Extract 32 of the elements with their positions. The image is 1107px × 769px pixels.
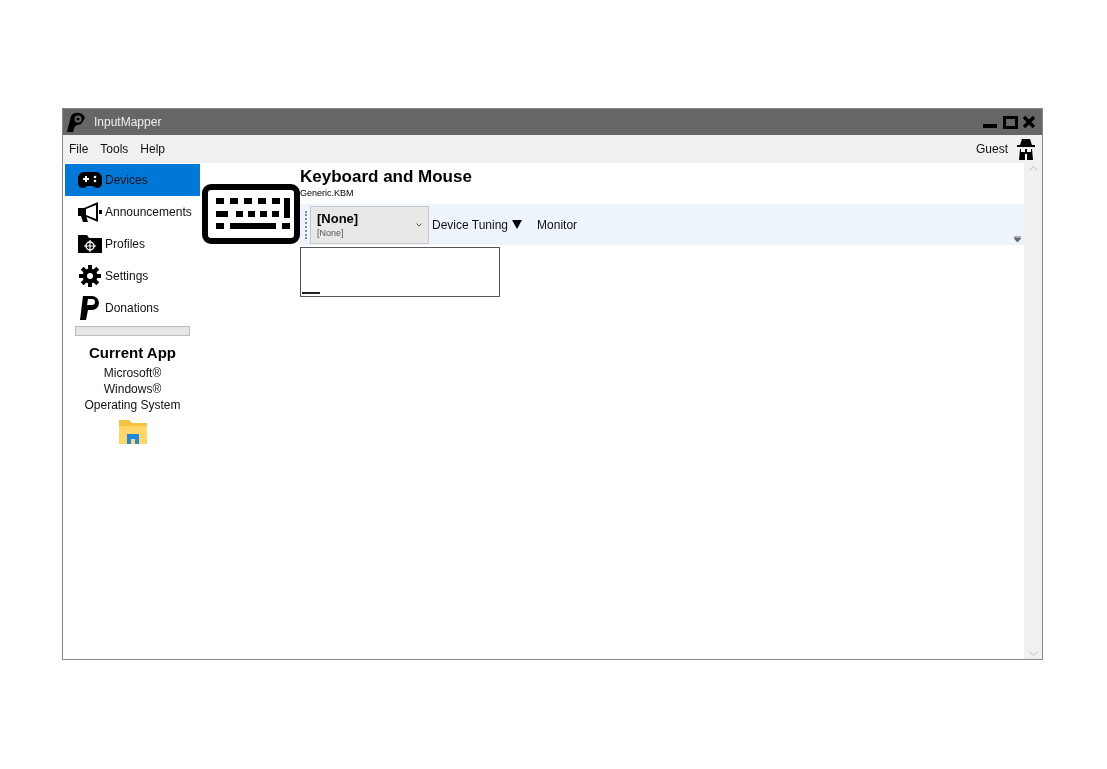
sidebar-item[interactable]: Profiles: [65, 228, 200, 260]
maximize-button[interactable]: [1002, 114, 1018, 130]
overflow-icon[interactable]: [1014, 236, 1021, 242]
current-app-heading: Current App: [89, 343, 176, 363]
chevron-icon: [416, 222, 422, 227]
menu-item[interactable]: Help: [140, 140, 166, 158]
device-title: Keyboard and Mouse: [300, 167, 473, 187]
current-app-name: Operating System: [84, 396, 181, 413]
close-icon[interactable]: [1022, 115, 1036, 129]
menu-item[interactable]: File: [69, 140, 89, 158]
current-app-name: Windows®: [103, 380, 162, 397]
gamepad-icon: [78, 171, 102, 189]
menu-item[interactable]: Tools: [100, 140, 129, 158]
sidebar-item[interactable]: Devices: [65, 164, 200, 196]
current-app-name: Microsoft®: [103, 364, 162, 381]
keyboard-icon: [202, 184, 300, 244]
sidebar-item[interactable]: Donations: [65, 292, 200, 324]
folder-icon: [117, 418, 148, 445]
window-title: InputMapper: [94, 114, 162, 131]
settings-icon: [79, 265, 101, 287]
sidebar-item[interactable]: Settings: [65, 260, 200, 292]
folder-target-icon: [77, 234, 103, 254]
toolbar-button[interactable]: Device Tuning: [432, 215, 523, 234]
device-subtitle: Generic.KBM: [300, 187, 355, 199]
dropdown-arrow-icon: [512, 220, 523, 229]
sidebar-item[interactable]: Announcements: [65, 196, 200, 228]
user-name: Guest: [976, 141, 1008, 158]
megaphone-icon: [77, 201, 103, 223]
toolbar-button[interactable]: Monitor: [537, 215, 578, 234]
profile-dropdown[interactable]: [None] [None]: [310, 205, 429, 244]
spy-icon: [1016, 138, 1036, 160]
paypal-icon: [79, 295, 101, 321]
